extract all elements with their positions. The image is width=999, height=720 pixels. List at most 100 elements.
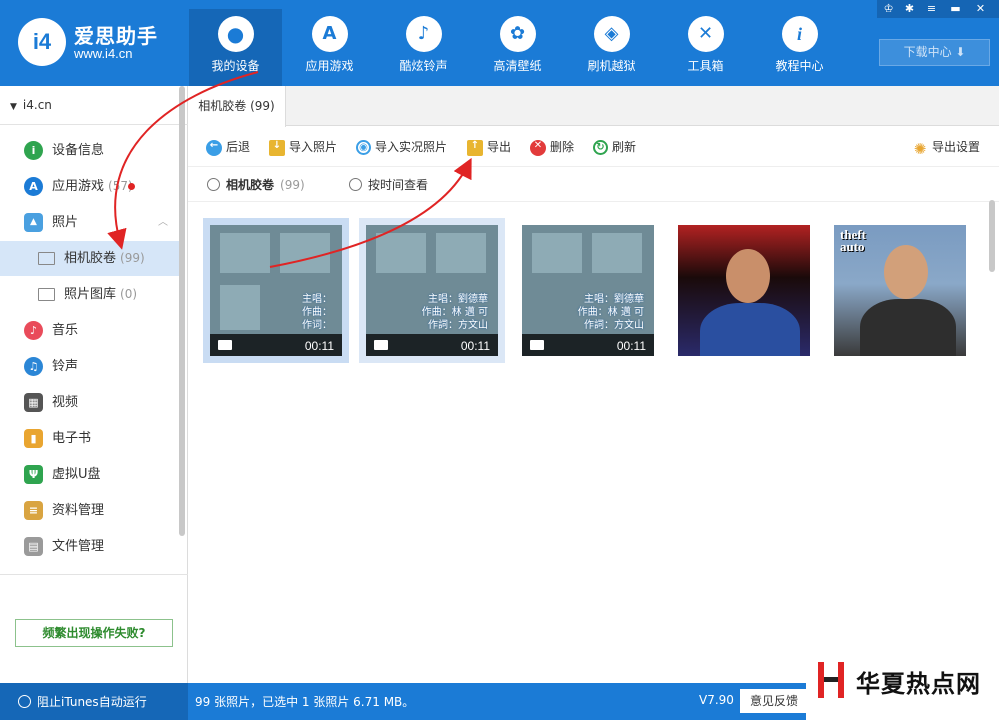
video-thumbnail-image: 主唱： 作曲： 作词： 00:11	[210, 225, 342, 356]
lyric-line: 主唱：劉德華	[428, 294, 488, 305]
site-watermark: 华夏热点网	[806, 632, 999, 720]
shirt-icon[interactable]: ♔	[877, 0, 900, 18]
sidebar-item-photos[interactable]: ▲ 照片 ︿	[0, 205, 180, 240]
status-bar-left: 阻止iTunes自动运行	[0, 683, 188, 720]
sidebar-item-count: (99)	[120, 251, 145, 265]
video-duration: 00:11	[616, 339, 646, 353]
radio-camera-roll[interactable]: 相机胶卷 (99)	[207, 177, 305, 193]
video-camera-icon	[530, 340, 544, 350]
app-url: www.i4.cn	[74, 46, 133, 61]
minimize-icon[interactable]: ▬	[944, 0, 967, 18]
radio-by-time[interactable]: 按时间查看	[349, 177, 428, 193]
back-button[interactable]: ← 后退	[206, 127, 250, 167]
info-icon: i	[781, 16, 818, 52]
lyric-line: 主唱：劉德華	[584, 294, 644, 305]
sidebar-item-camera-roll[interactable]: 相机胶卷 (99)	[0, 241, 180, 276]
thumbnail-video[interactable]: 主唱： 作曲： 作词： 00:11	[203, 218, 349, 363]
frame-pane	[280, 233, 330, 273]
sidebar-item-ebooks[interactable]: ▮ 电子书	[0, 421, 180, 456]
lyric-line: 作詞：方文山	[428, 320, 488, 331]
portrait-figure	[884, 245, 928, 299]
apple-icon: ●	[217, 16, 254, 52]
nav-tab-wallpapers[interactable]: ✿ 高清壁纸	[471, 9, 564, 86]
gear-icon[interactable]: ✱	[898, 0, 921, 18]
frame-pane	[436, 233, 486, 273]
chevron-up-icon[interactable]: ︿	[158, 205, 168, 240]
sidebar-item-label: 音乐	[52, 323, 79, 338]
watermark-logo	[818, 662, 844, 698]
frame-pane	[376, 233, 426, 273]
sidebar-item-label: 应用游戏	[52, 179, 105, 194]
refresh-button[interactable]: ↻ 刷新	[593, 127, 636, 167]
video-lyrics: 主唱：劉德華 作曲：林 邁 可 作詞：方文山	[578, 293, 644, 332]
thumbnail-video[interactable]: 主唱：劉德華 作曲：林 邁 可 作詞：方文山 00:11	[515, 218, 661, 363]
photo-thumbnail-image	[678, 225, 810, 356]
tab-camera-roll[interactable]: 相机胶卷 (99)	[188, 86, 286, 127]
sidebar-item-label: 文件管理	[52, 539, 105, 554]
sidebar-item-apps[interactable]: A 应用游戏 (57)	[0, 169, 180, 204]
device-selector[interactable]: ▼ i4.cn	[10, 98, 52, 112]
live-photo-icon: ◉	[356, 140, 371, 155]
photo-icon: ▲	[24, 213, 43, 232]
overlay-line: auto	[840, 239, 865, 254]
sidebar-item-data-management[interactable]: ≡ 资料管理	[0, 493, 180, 528]
import-live-photos-button[interactable]: ◉ 导入实况照片	[356, 127, 447, 167]
app-title: 爱思助手	[74, 24, 158, 48]
block-itunes-autorun-toggle[interactable]: 阻止iTunes自动运行	[18, 693, 147, 710]
file-icon: ▤	[24, 537, 43, 556]
import-live-label: 导入实况照片	[375, 140, 448, 154]
app-version: V7.90	[699, 693, 734, 707]
thumbnail-photo[interactable]: theft auto	[827, 218, 973, 363]
sidebar-item-music[interactable]: ♪ 音乐	[0, 313, 180, 348]
frame-pane	[220, 233, 270, 273]
folder-icon	[38, 252, 55, 265]
feedback-button[interactable]: 意见反馈	[740, 689, 808, 713]
sidebar-item-ringtones[interactable]: ♫ 铃声	[0, 349, 180, 384]
import-photos-button[interactable]: ↓ 导入照片	[269, 127, 337, 167]
sidebar-item-photo-library[interactable]: 照片图库 (0)	[0, 277, 180, 312]
lyric-line: 作詞：方文山	[584, 320, 644, 331]
nav-tab-my-device[interactable]: ● 我的设备	[189, 9, 282, 86]
nav-tab-flash-jailbreak[interactable]: ◈ 刷机越狱	[565, 9, 658, 86]
nav-tab-ringtones[interactable]: ♪ 酷炫铃声	[377, 9, 470, 86]
export-settings-button[interactable]: ✺ 导出设置	[912, 127, 980, 167]
book-icon: ▮	[24, 429, 43, 448]
sidebar-item-file-management[interactable]: ▤ 文件管理	[0, 529, 180, 564]
sidebar-scrollbar[interactable]	[179, 86, 185, 536]
download-center-button[interactable]: 下载中心 ⬇	[879, 39, 990, 66]
export-label: 导出	[487, 140, 512, 154]
sidebar-item-virtual-usb[interactable]: Ψ 虚拟U盘	[0, 457, 180, 492]
import-photos-label: 导入照片	[289, 140, 338, 154]
close-icon[interactable]: ✕	[969, 0, 992, 18]
sidebar-item-device-info[interactable]: i 设备信息	[0, 133, 180, 168]
app-store-icon: A	[311, 16, 348, 52]
nav-tab-label: 教程中心	[775, 59, 824, 73]
thumbnail-photo[interactable]	[671, 218, 817, 363]
sidebar-item-label: 设备信息	[52, 143, 105, 158]
divider	[0, 124, 188, 125]
nav-tab-apps[interactable]: A 应用游戏	[283, 9, 376, 86]
sidebar-item-label: 虚拟U盘	[52, 467, 101, 482]
sidebar: ▼ i4.cn i 设备信息 A 应用游戏 (57) ▲ 照片 ︿ 相机胶卷 (99)…	[0, 86, 188, 683]
export-button[interactable]: ↑ 导出	[467, 127, 511, 167]
sidebar-item-label: 电子书	[52, 431, 92, 446]
radio-circle	[207, 178, 220, 191]
contacts-icon: ≡	[24, 501, 43, 520]
nav-tab-label: 应用游戏	[305, 59, 354, 73]
menu-icon[interactable]: ≡	[920, 0, 943, 18]
content-scrollbar[interactable]	[989, 200, 995, 272]
nav-tab-toolbox[interactable]: ✕ 工具箱	[659, 9, 752, 86]
portrait-figure	[726, 249, 770, 303]
thumbnail-video[interactable]: 主唱：劉德華 作曲：林 邁 可 作詞：方文山 00:11	[359, 218, 505, 363]
tools-icon: ✕	[687, 16, 724, 52]
video-thumbnail-image: 主唱：劉德華 作曲：林 邁 可 作詞：方文山 00:11	[522, 225, 654, 356]
frequent-failure-help-button[interactable]: 频繁出现操作失败?	[15, 619, 173, 647]
radio-label: 相机胶卷	[226, 178, 275, 192]
sidebar-item-label: 相机胶卷	[64, 251, 117, 266]
frame-pane	[532, 233, 582, 273]
sidebar-item-label: 视频	[52, 395, 79, 410]
nav-tab-tutorials[interactable]: i 教程中心	[753, 9, 846, 86]
delete-button[interactable]: ✕ 删除	[530, 127, 574, 167]
sidebar-item-videos[interactable]: ▦ 视频	[0, 385, 180, 420]
nav-tab-label: 我的设备	[211, 59, 260, 73]
